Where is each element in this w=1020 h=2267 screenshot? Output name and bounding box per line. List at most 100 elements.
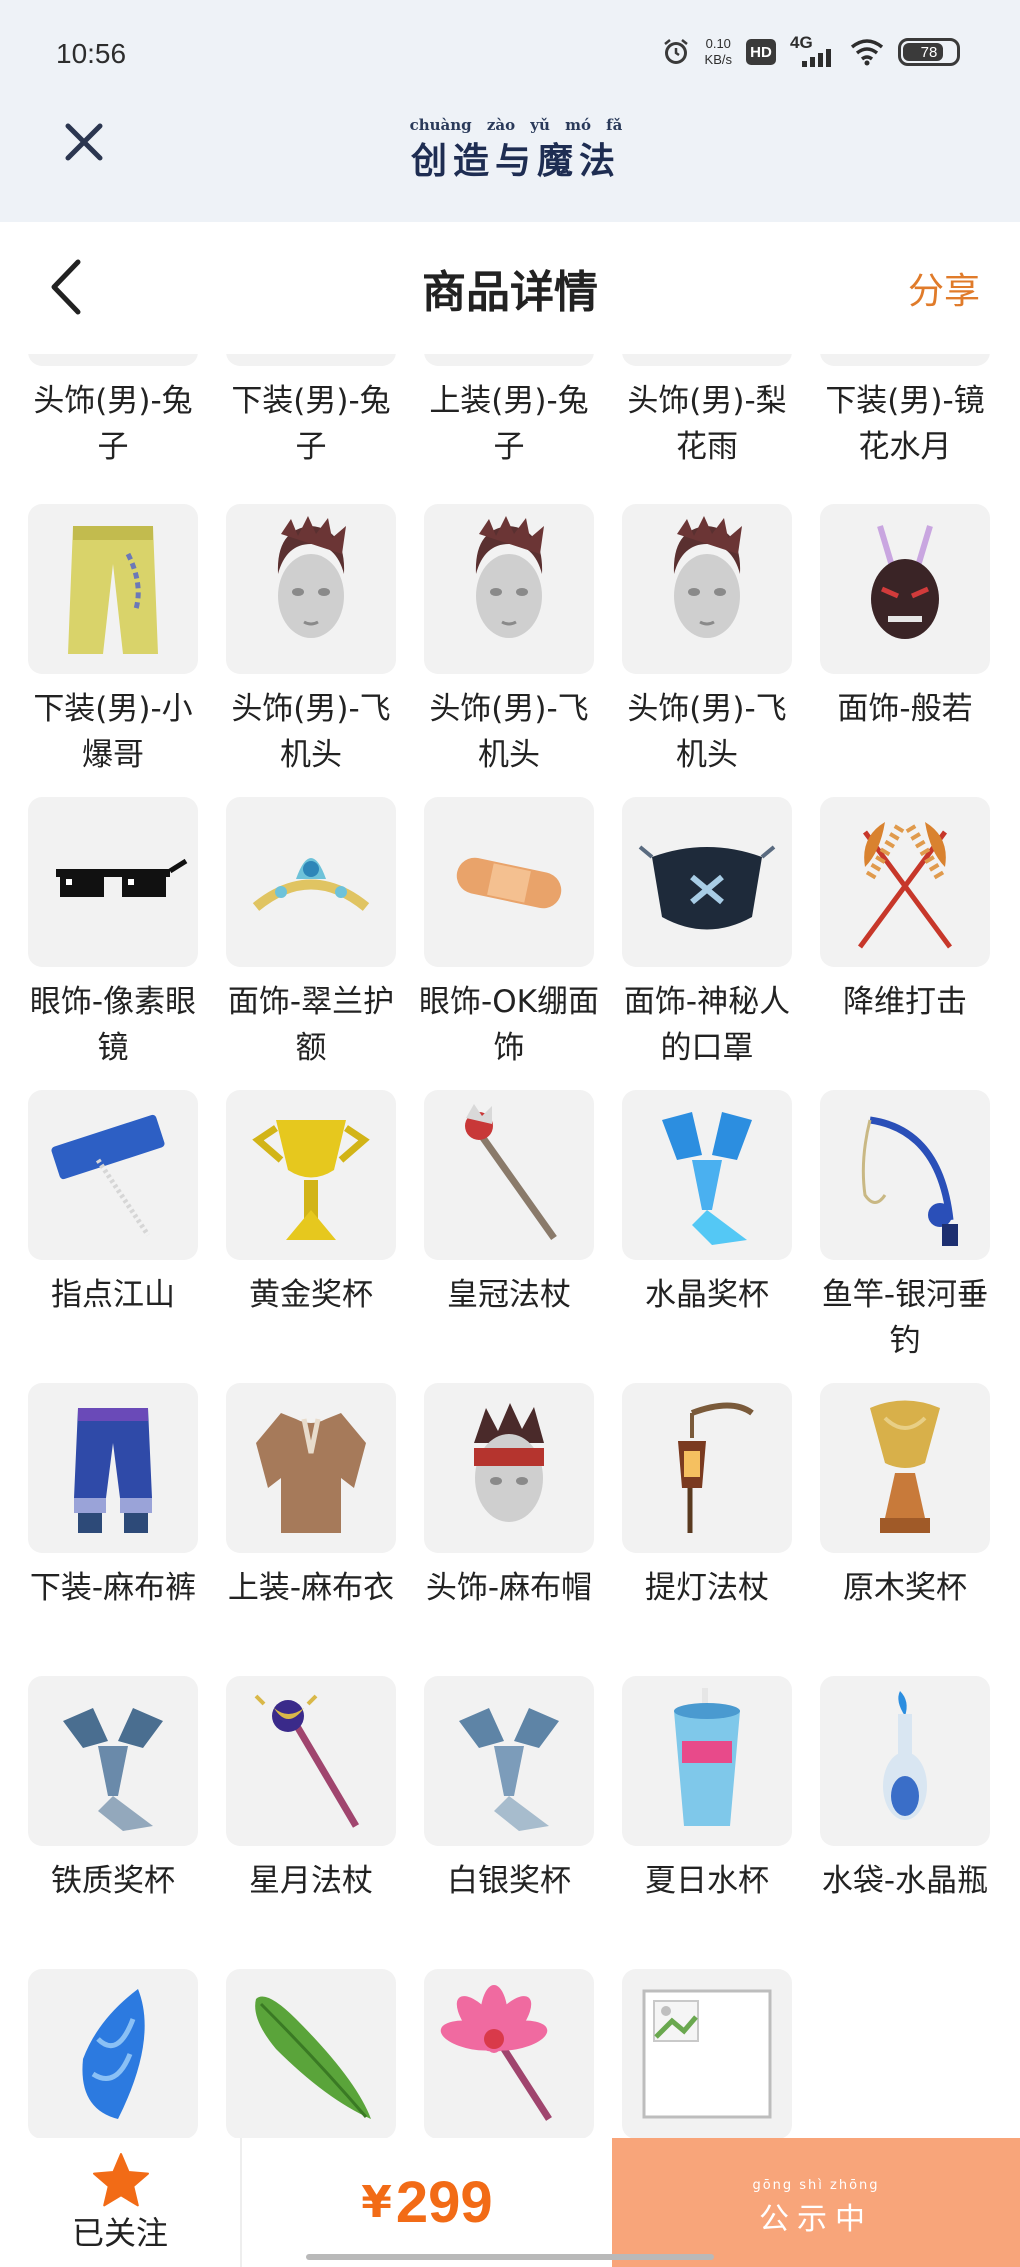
product-tile[interactable]: 鱼竿-银河垂钓 <box>820 1090 990 1364</box>
iron-trophy-icon <box>63 1708 163 1831</box>
alarm-icon <box>663 39 688 64</box>
page-title: 商品详情 <box>422 267 598 318</box>
pompadour-head-icon <box>673 516 742 638</box>
product-thumbnail <box>424 1090 594 1260</box>
product-thumbnail <box>424 797 594 967</box>
product-tile[interactable]: 头饰(男)-飞机头 <box>622 504 792 778</box>
product-thumbnail <box>622 1676 792 1846</box>
product-tile[interactable]: 头饰(男)-飞机头 <box>226 504 396 778</box>
product-tile[interactable]: 提灯法杖 <box>622 1383 792 1611</box>
product-name: 下装-麻布裤 <box>29 1570 197 1606</box>
silver-trophy-icon <box>459 1708 559 1831</box>
wifi-icon <box>850 39 884 66</box>
app-header-band: 10:56 0.10 KB/s HD 4G 78 chuàng zào yǔ m… <box>0 0 1020 222</box>
product-thumbnail <box>424 1676 594 1846</box>
product-tile[interactable]: 面饰-神秘人的口罩 <box>622 797 792 1071</box>
signal-icon: 4G <box>790 33 836 69</box>
close-icon[interactable] <box>60 118 108 166</box>
product-tile[interactable]: 眼饰-OK绷面饰 <box>419 797 599 1071</box>
product-tile[interactable] <box>622 1969 792 2140</box>
green-leaf-icon <box>255 1996 371 2119</box>
starmoon-staff-icon <box>254 1694 360 1828</box>
product-thumbnail <box>820 1383 990 1553</box>
product-tile[interactable]: 头饰(男)-梨花雨 <box>622 340 792 470</box>
crown-staff-icon <box>465 1104 557 1241</box>
headband-head-icon <box>474 1403 544 1522</box>
product-name: 星月法杖 <box>249 1863 373 1899</box>
product-thumbnail <box>820 1090 990 1260</box>
product-tile[interactable]: 头饰(男)-飞机头 <box>424 504 594 778</box>
linen-shirt-icon <box>256 1413 366 1533</box>
product-thumbnail <box>28 1969 198 2139</box>
product-thumbnail <box>226 1090 396 1260</box>
product-thumbnail <box>226 797 396 967</box>
product-tile[interactable]: 上装(男)-兔子 <box>424 340 594 470</box>
product-thumbnail <box>226 1969 396 2139</box>
product-thumbnail <box>424 1969 594 2139</box>
product-tile[interactable]: 面饰-般若 <box>820 504 990 732</box>
product-name: 下装(男)-镜花水月 <box>825 383 985 465</box>
share-button[interactable]: 分享 <box>908 262 980 314</box>
product-name: 指点江山 <box>51 1277 175 1313</box>
product-tile[interactable]: 铁质奖杯 <box>28 1676 198 1904</box>
item-grid[interactable]: 头饰(男)-兔子 下装(男)-兔子 上装(男)-兔子 头饰(男)-梨花雨 下装(男)-镜… <box>0 340 1020 2140</box>
product-tile[interactable]: 夏日水杯 <box>622 1676 792 1904</box>
pompadour-head-icon <box>277 516 346 638</box>
product-thumbnail <box>622 504 792 674</box>
summer-cup-icon <box>674 1688 740 1826</box>
logo-text: 创造与魔法 <box>410 140 621 182</box>
product-tile[interactable]: 白银奖杯 <box>424 1676 594 1904</box>
product-tile[interactable]: 水晶奖杯 <box>622 1090 792 1318</box>
product-tile[interactable]: 上装-麻布衣 <box>226 1383 396 1611</box>
product-name: 眼饰-像素眼镜 <box>29 984 197 1066</box>
product-thumbnail <box>820 797 990 967</box>
product-name: 面饰-神秘人的口罩 <box>623 984 791 1066</box>
price: ¥ 299 <box>242 2138 612 2267</box>
product-thumbnail <box>622 797 792 967</box>
product-name: 鱼竿-银河垂钓 <box>821 1277 989 1359</box>
product-tile[interactable]: 星月法杖 <box>226 1676 396 1904</box>
product-thumbnail <box>28 797 198 967</box>
product-name: 水袋-水晶瓶 <box>821 1863 989 1899</box>
product-tile[interactable] <box>424 1969 594 2140</box>
product-name: 头饰(男)-兔子 <box>33 383 193 465</box>
product-tile[interactable] <box>226 1969 396 2140</box>
product-tile[interactable]: 水袋-水晶瓶 <box>820 1676 990 1904</box>
product-tile[interactable]: 下装-麻布裤 <box>28 1383 198 1611</box>
product-tile[interactable]: 头饰(男)-兔子 <box>28 340 198 470</box>
home-indicator[interactable] <box>306 2254 714 2260</box>
price-value: 299 <box>395 2170 493 2235</box>
product-name: 原木奖杯 <box>843 1570 967 1606</box>
page-header: 商品详情 分享 <box>0 222 1020 354</box>
product-tile[interactable]: 眼饰-像素眼镜 <box>28 797 198 1071</box>
hd-icon: HD <box>746 39 776 65</box>
product-tile[interactable]: 原木奖杯 <box>820 1383 990 1611</box>
product-tile[interactable]: 下装(男)-镜花水月 <box>820 340 990 470</box>
currency-symbol: ¥ <box>361 2177 392 2228</box>
net-speed-value: 0.10 <box>705 36 731 51</box>
product-thumbnail <box>28 1676 198 1846</box>
lotus-staff-icon <box>440 1985 552 2121</box>
bandage-icon <box>456 857 562 909</box>
app-logo: chuàng zào yǔ mó fǎ 创造与魔法 <box>396 116 636 182</box>
status-pinyin: gōng shì zhōng <box>752 2178 880 2193</box>
wood-trophy-icon <box>870 1400 940 1533</box>
product-tile[interactable]: 面饰-翠兰护额 <box>226 797 396 1071</box>
pixel-glasses-icon <box>56 858 188 897</box>
product-tile[interactable]: 降维打击 <box>820 797 990 1025</box>
product-tile[interactable]: 皇冠法杖 <box>424 1090 594 1318</box>
pompadour-head-icon <box>475 516 544 638</box>
product-name: 头饰(男)-梨花雨 <box>627 383 787 465</box>
product-tile[interactable]: 下装(男)-小爆哥 <box>28 504 198 778</box>
product-name: 降维打击 <box>843 984 967 1020</box>
product-name: 眼饰-OK绷面饰 <box>419 984 599 1066</box>
public-notice-button[interactable]: gōng shì zhōng 公示中 <box>612 2138 1020 2267</box>
product-tile[interactable]: 黄金奖杯 <box>226 1090 396 1318</box>
follow-button[interactable]: 已关注 <box>0 2138 242 2267</box>
product-tile[interactable]: 指点江山 <box>28 1090 198 1318</box>
product-tile[interactable]: 头饰-麻布帽 <box>424 1383 594 1611</box>
product-tile[interactable]: 下装(男)-兔子 <box>226 340 396 470</box>
product-thumbnail <box>622 1383 792 1553</box>
product-thumbnail <box>424 504 594 674</box>
product-tile[interactable] <box>28 1969 198 2140</box>
